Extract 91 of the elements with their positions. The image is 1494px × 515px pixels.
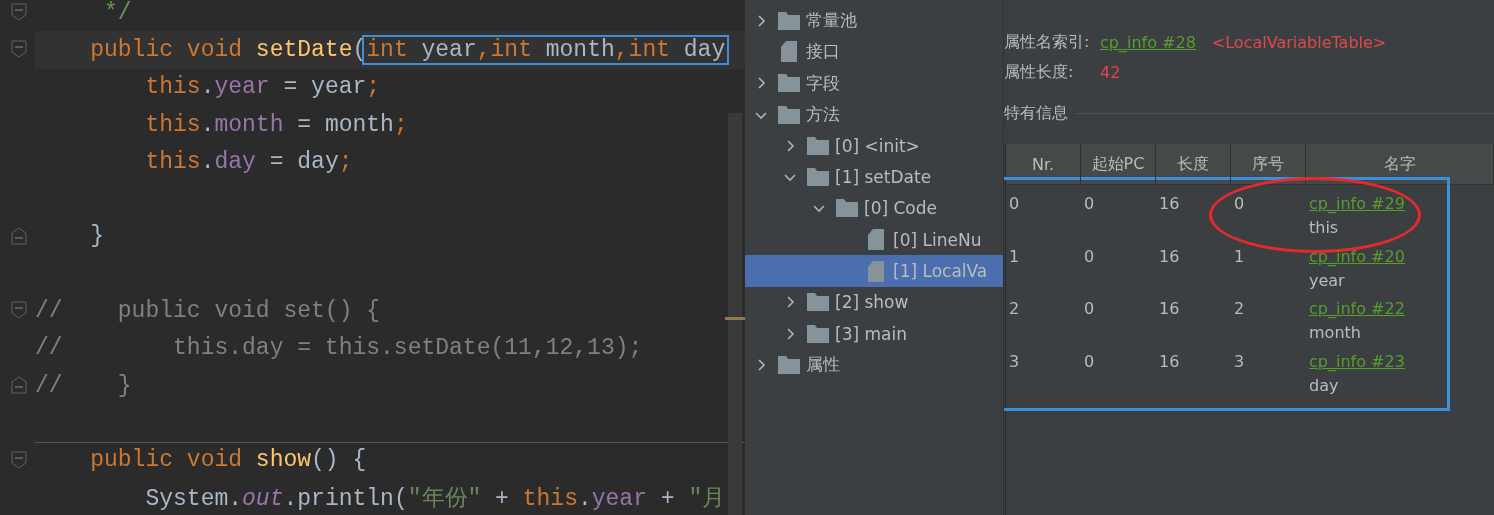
table-cell-text: day [1309, 374, 1339, 397]
folder-icon [807, 324, 829, 343]
item-label: [3] main [835, 323, 907, 344]
column-header[interactable]: 名字 [1306, 144, 1494, 184]
tree-item[interactable]: 方法 [745, 98, 995, 131]
code-line: */ [103, 0, 132, 26]
folder-icon [807, 136, 829, 155]
folder-icon [807, 293, 829, 312]
table-cell-text: 0 [1084, 193, 1096, 215]
code-line: this.year = year; [144, 74, 381, 101]
tree-item[interactable]: 属性 [745, 349, 995, 381]
field-value: <LocalVariableTable> [1211, 32, 1387, 52]
chevron-down-icon [784, 171, 796, 184]
field-label: 属性长度: [1004, 61, 1075, 83]
scrollbar[interactable] [728, 113, 742, 515]
code-line: } [89, 223, 104, 250]
link[interactable]: cp_info #22 [1309, 297, 1405, 321]
link[interactable]: cp_info #23 [1309, 349, 1405, 374]
table-cell-text: month [1309, 322, 1361, 344]
item-label: [1] setDate [835, 167, 932, 188]
chevron-right-icon [784, 296, 796, 309]
table-cell-text: 1 [1234, 245, 1246, 268]
code-line: this.day = day; [144, 148, 353, 175]
section-title: 特有信息 [1004, 103, 1068, 124]
link[interactable]: cp_info #28 [1100, 32, 1196, 52]
table-cell-text: 2 [1009, 298, 1021, 320]
chevron-right-icon [755, 77, 767, 90]
table-cell-text: this [1309, 217, 1339, 239]
chevron-right-icon [784, 327, 796, 340]
tree-item[interactable]: [0] LineNu [745, 224, 1003, 256]
chevron-right-icon [755, 358, 767, 371]
chevron-down-icon [813, 202, 825, 215]
code-line: this.month = month; [144, 111, 408, 138]
item-label: 常量池 [806, 9, 857, 33]
tree-item[interactable]: 字段 [745, 67, 995, 99]
file-icon [868, 260, 884, 282]
column-header[interactable]: Nr. [1006, 144, 1081, 184]
table-cell-text: 3 [1234, 350, 1246, 373]
folder-icon [778, 105, 800, 124]
tree-item[interactable]: [0] Code [745, 192, 1003, 225]
code-line: // } [35, 372, 132, 399]
item-label: [0] LineNu [893, 229, 982, 250]
tree-item[interactable]: 接口 [745, 36, 995, 68]
folder-icon [836, 199, 858, 218]
table-cell-text: 0 [1009, 193, 1021, 215]
table-cell-text: 0 [1084, 245, 1096, 268]
tree-item[interactable]: [2] show [745, 286, 1003, 318]
item-label: 属性 [806, 353, 840, 377]
table-cell-text: 0 [1084, 298, 1096, 320]
link[interactable]: cp_info #20 [1309, 244, 1405, 269]
column-header[interactable]: 起始PC [1081, 144, 1156, 184]
column-header[interactable]: 序号 [1231, 144, 1306, 184]
column-header[interactable]: 长度 [1156, 144, 1231, 184]
highlight-frame: int year,int month,int day [362, 34, 730, 65]
code-line: System.out.println("年份" + this.year + "月 [144, 485, 726, 513]
folder-icon [778, 355, 800, 374]
field-value: 42 [1100, 62, 1121, 82]
item-label: [0] Code [864, 198, 937, 219]
folder-icon [778, 74, 800, 93]
table-cell-text: 1 [1009, 245, 1021, 268]
error-stripe-mark [725, 317, 745, 320]
chevron-right-icon [784, 139, 796, 152]
link[interactable]: cp_info #29 [1309, 192, 1405, 216]
tree-item[interactable]: [0] <init> [745, 130, 1003, 162]
table-cell-text: 0 [1084, 350, 1096, 373]
code-line: // public void set() { [35, 298, 381, 324]
item-label: [0] <init> [835, 135, 920, 156]
tree-item[interactable]: 常量池 [745, 5, 995, 37]
field-label: 属性名索引: [1004, 31, 1091, 53]
item-label: 方法 [806, 103, 840, 127]
code-line: public void show() { [89, 447, 367, 474]
folder-icon [807, 168, 829, 187]
table-cell-text: 3 [1009, 350, 1021, 373]
item-label: 接口 [806, 40, 840, 64]
item-label: 字段 [806, 71, 840, 95]
item-label: [2] show [835, 292, 909, 313]
code-line: // this.day = this.setDate(11,12,13); [35, 335, 643, 362]
table-cell-text: 16 [1159, 245, 1181, 268]
item-label: [1] LocalVa [893, 261, 988, 281]
table-cell-text: 16 [1159, 350, 1181, 373]
table-cell-text: 2 [1234, 298, 1246, 320]
tree-item[interactable]: [1] setDate [745, 161, 1003, 193]
table-cell-text: 0 [1234, 193, 1246, 215]
chevron-right-icon [755, 14, 767, 27]
tree-item[interactable]: [3] main [745, 317, 1003, 350]
file-icon [781, 41, 797, 63]
table-cell-text: year [1309, 269, 1345, 292]
table-cell-text: 16 [1159, 298, 1181, 320]
file-icon [868, 229, 884, 251]
table-cell-text: 16 [1159, 193, 1181, 215]
folder-icon [778, 11, 800, 30]
